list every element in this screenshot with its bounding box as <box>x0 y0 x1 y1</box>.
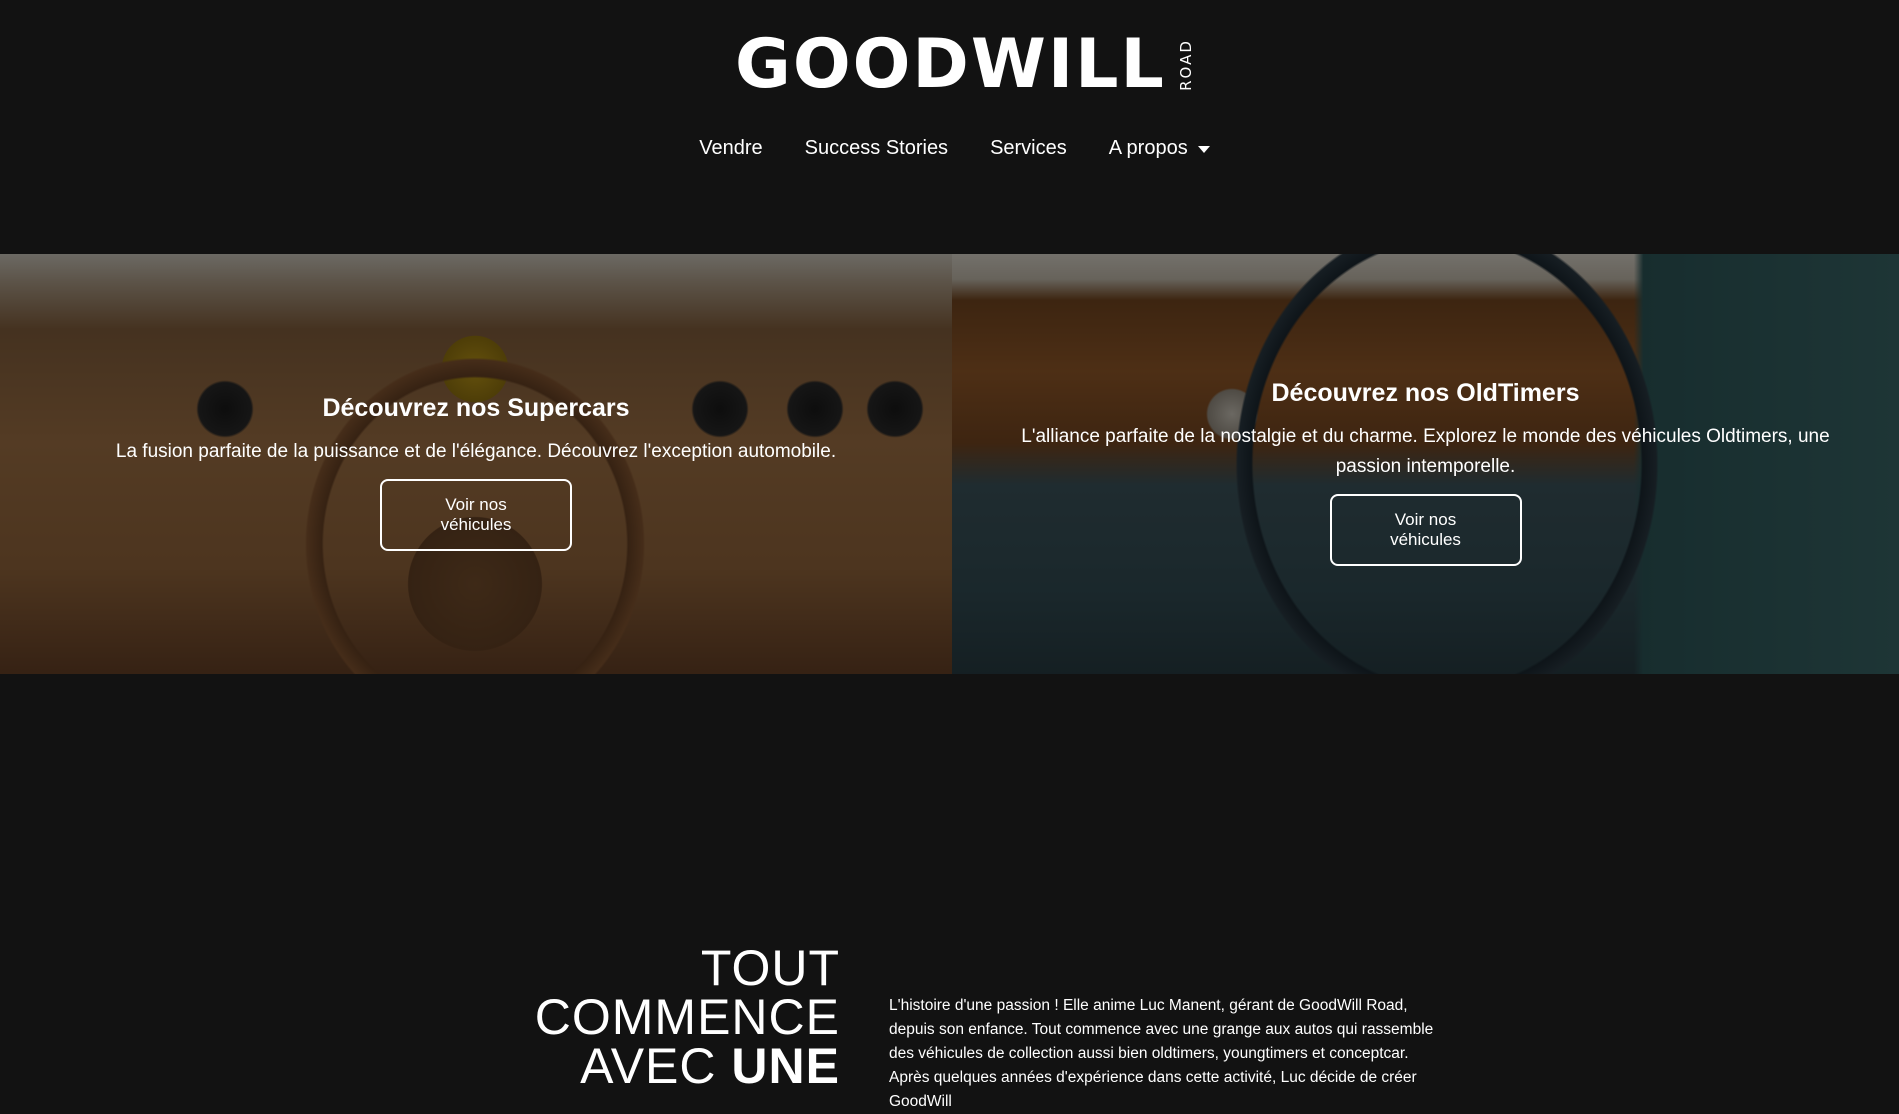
logo-wordmark: GOODWILL <box>735 25 1166 104</box>
story-section: TOUT COMMENCE AVEC UNE L'histoire d'une … <box>0 674 1899 1110</box>
supercars-panel: Découvrez nos Supercars La fusion parfai… <box>0 254 952 674</box>
nav-item-label: Vendre <box>699 137 763 159</box>
supercars-title: Découvrez nos Supercars <box>322 394 630 422</box>
oldtimers-title: Découvrez nos OldTimers <box>1271 379 1580 407</box>
nav-item-success-stories[interactable]: Success Stories <box>805 137 948 160</box>
site-header: GOODWILL ROAD Vendre Success Stories Ser… <box>0 0 1899 254</box>
supercars-description: La fusion parfaite de la puissance et de… <box>115 441 837 462</box>
nav-item-label: Services <box>990 137 1067 159</box>
story-paragraph: L'histoire d'une passion ! Elle anime Lu… <box>889 997 1434 1110</box>
supercars-content: Découvrez nos Supercars La fusion parfai… <box>0 394 952 551</box>
nav-item-label: A propos <box>1108 137 1188 159</box>
story-heading-emphasis: UNE <box>731 1038 840 1094</box>
logo-subtext: ROAD <box>1176 39 1195 91</box>
nav-item-a-propos[interactable]: A propos <box>1109 137 1210 160</box>
story-heading-line: COMMENCE <box>534 989 840 1045</box>
oldtimers-panel: Découvrez nos OldTimers L'alliance parfa… <box>952 254 1899 674</box>
oldtimers-description: L'alliance parfaite de la nostalgie et d… <box>1021 426 1830 477</box>
oldtimers-view-vehicles-button[interactable]: Voir nos véhicules <box>1329 494 1522 566</box>
nav-item-services[interactable]: Services <box>990 137 1067 160</box>
goodwill-road-logo[interactable]: GOODWILL ROAD <box>735 20 1195 110</box>
main-nav: Vendre Success Stories Services A propos <box>0 137 1899 160</box>
oldtimers-content: Découvrez nos OldTimers L'alliance parfa… <box>952 379 1899 566</box>
story-heading: TOUT COMMENCE AVEC UNE <box>534 943 840 1094</box>
supercars-view-vehicles-button[interactable]: Voir nos véhicules <box>380 479 572 551</box>
hero-section: Découvrez nos Supercars La fusion parfai… <box>0 254 1899 674</box>
story-heading-line: TOUT <box>700 940 840 996</box>
nav-item-vendre[interactable]: Vendre <box>699 137 762 160</box>
nav-item-label: Success Stories <box>804 137 949 159</box>
story-heading-line: AVEC <box>580 1038 717 1094</box>
chevron-down-icon[interactable] <box>1197 146 1210 153</box>
